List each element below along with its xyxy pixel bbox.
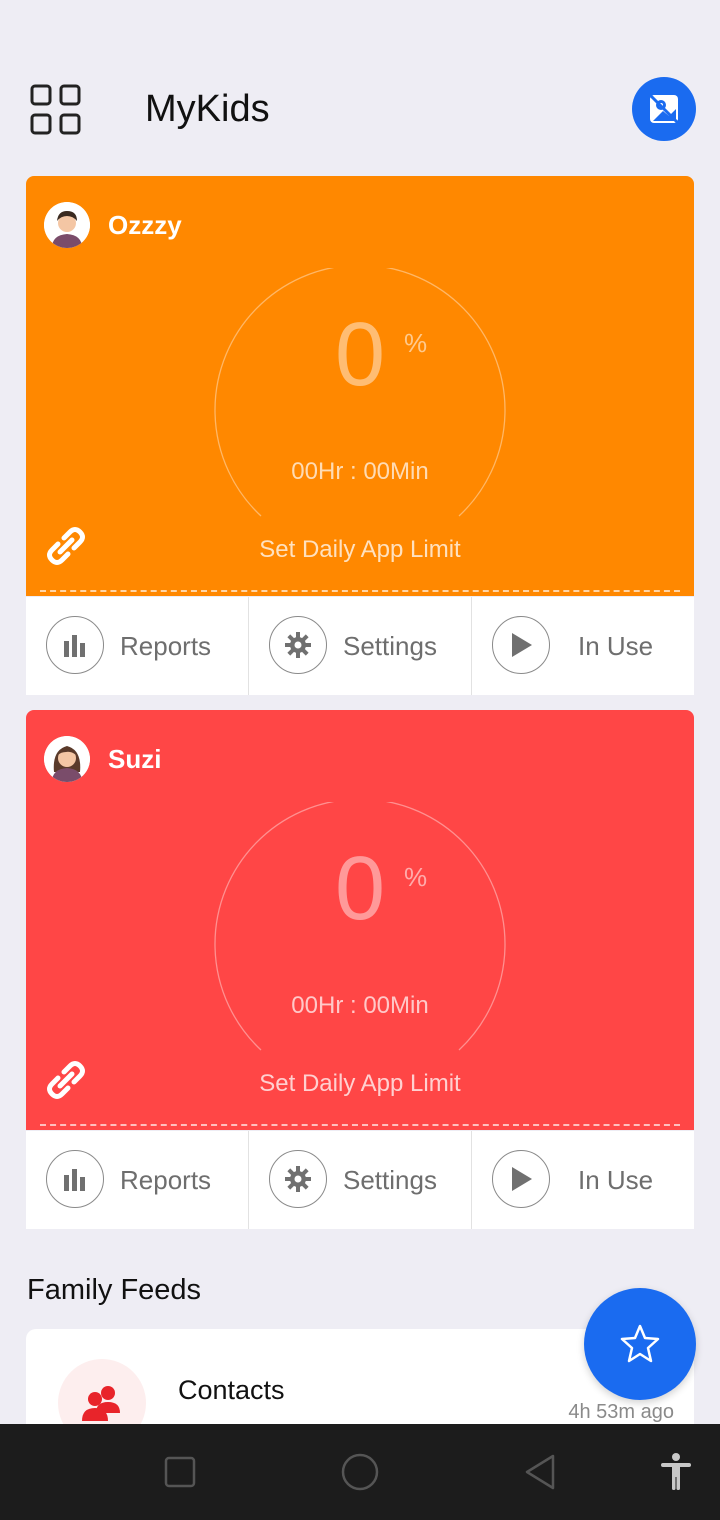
app-title: MyKids [145,88,270,130]
feed-timestamp: 4h 53m ago [568,1401,674,1423]
settings-button[interactable]: Settings [249,1131,472,1229]
reports-label: Reports [120,631,212,661]
kid-card-ozzzy[interactable]: Ozzzy 0 % 00Hr : 00Min Set Daily App Lim… [26,176,694,596]
reports-button[interactable]: Reports [26,1131,249,1229]
settings-label: Settings [343,1165,437,1195]
bar-chart-icon [46,1150,104,1208]
kid-card-suzi[interactable]: Suzi 0 % 00Hr : 00Min Set Daily App Limi… [26,710,694,1130]
favorite-fab-button[interactable] [584,1288,696,1400]
reports-label: Reports [120,1165,212,1195]
dashed-divider [40,1124,680,1126]
star-icon [620,1324,660,1363]
kid-name: Ozzzy [108,210,182,240]
time-used: 00Hr : 00Min [291,458,429,485]
gallery-button[interactable] [632,77,696,141]
in-use-label: In Use [578,1165,654,1195]
gear-icon [269,616,327,674]
in-use-button[interactable]: In Use [472,597,694,695]
usage-unit: % [404,328,428,358]
play-icon [492,616,550,674]
in-use-button[interactable]: In Use [472,1131,694,1229]
recent-apps-icon[interactable] [158,1450,202,1494]
system-navigation-bar [0,1424,720,1520]
feed-title: Contacts [178,1375,285,1405]
gear-icon [269,1150,327,1208]
kid-name: Suzi [108,744,162,774]
kid-actions-suzi: Reports Settings In Use [26,1131,694,1229]
set-daily-limit-link[interactable]: Set Daily App Limit [26,536,694,564]
home-icon[interactable] [338,1450,382,1494]
in-use-label: In Use [578,631,654,661]
set-daily-limit-link[interactable]: Set Daily App Limit [26,1070,694,1098]
app-header: MyKids [0,0,720,170]
gallery-icon [649,94,679,124]
usage-unit: % [404,862,428,892]
dashed-divider [40,590,680,592]
time-used: 00Hr : 00Min [291,992,429,1019]
grid-icon[interactable] [30,84,82,136]
boy-avatar-icon [44,202,90,248]
usage-value: 0 [334,839,386,939]
settings-label: Settings [343,631,437,661]
kid-actions-ozzzy: Reports Settings In Use [26,597,694,695]
family-feeds-heading: Family Feeds [27,1274,202,1306]
usage-value: 0 [334,305,386,405]
back-icon[interactable] [518,1450,562,1494]
bar-chart-icon [46,616,104,674]
play-icon [492,1150,550,1208]
settings-button[interactable]: Settings [249,597,472,695]
girl-avatar-icon [44,736,90,782]
accessibility-icon[interactable] [654,1450,698,1494]
reports-button[interactable]: Reports [26,597,249,695]
